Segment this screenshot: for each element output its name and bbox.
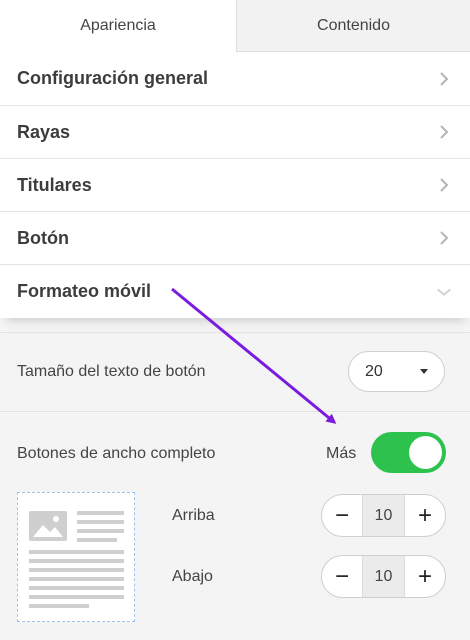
tab-bar: Apariencia Contenido (0, 0, 470, 52)
chevron-right-icon (440, 178, 449, 192)
accordion-item-label: Configuración general (17, 68, 209, 88)
text-placeholder-line (29, 559, 124, 563)
accordion-item-formateo-movil[interactable]: Formateo móvil (0, 265, 470, 318)
full-width-buttons-toggle[interactable] (371, 432, 446, 473)
divider (0, 411, 470, 412)
caret-down-icon (420, 369, 428, 374)
accordion-item-label: Formateo móvil (17, 281, 152, 301)
toggle-state-label: Más (326, 445, 357, 462)
padding-bottom-label: Abajo (172, 568, 213, 585)
accordion-item-label: Rayas (17, 121, 71, 142)
text-placeholder-line (29, 595, 124, 599)
text-placeholder-line (77, 511, 124, 515)
button-text-size-select[interactable]: 20 (348, 351, 445, 392)
decrement-button[interactable]: − (322, 495, 362, 536)
accordion-item-rayas[interactable]: Rayas (0, 106, 470, 159)
accordion-item-configuracion-general[interactable]: Configuración general (0, 52, 470, 106)
chevron-down-icon (437, 288, 451, 296)
padding-bottom-value[interactable]: 10 (362, 556, 405, 597)
decrement-button[interactable]: − (322, 556, 362, 597)
padding-bottom-stepper: − 10 + (321, 555, 446, 598)
text-placeholder-line (29, 577, 124, 581)
increment-button[interactable]: + (405, 556, 445, 597)
increment-button[interactable]: + (405, 495, 445, 536)
full-width-buttons-label: Botones de ancho completo (17, 445, 216, 462)
padding-top-label: Arriba (172, 507, 215, 524)
text-placeholder-line (77, 538, 117, 542)
padding-top-value[interactable]: 10 (362, 495, 405, 536)
tab-apariencia[interactable]: Apariencia (0, 0, 237, 52)
accordion-item-titulares[interactable]: Titulares (0, 159, 470, 212)
accordion-item-boton[interactable]: Botón (0, 212, 470, 265)
text-placeholder-line (29, 568, 124, 572)
layout-preview (17, 492, 135, 622)
accordion-item-label: Titulares (17, 174, 92, 195)
divider (0, 332, 470, 333)
image-placeholder-icon (29, 511, 67, 541)
text-placeholder-line (29, 550, 124, 554)
toggle-knob (409, 436, 442, 469)
accordion-item-label: Botón (17, 227, 69, 248)
button-text-size-label: Tamaño del texto de botón (17, 363, 206, 380)
text-placeholder-line (29, 604, 89, 608)
text-placeholder-line (77, 529, 124, 533)
text-placeholder-line (77, 520, 124, 524)
text-placeholder-line (29, 586, 124, 590)
select-value: 20 (365, 362, 383, 380)
padding-top-stepper: − 10 + (321, 494, 446, 537)
chevron-right-icon (440, 125, 449, 139)
settings-accordion: Configuración general Rayas Titulares Bo… (0, 52, 470, 318)
chevron-right-icon (440, 231, 449, 245)
chevron-right-icon (440, 71, 449, 86)
tab-contenido[interactable]: Contenido (237, 0, 470, 52)
